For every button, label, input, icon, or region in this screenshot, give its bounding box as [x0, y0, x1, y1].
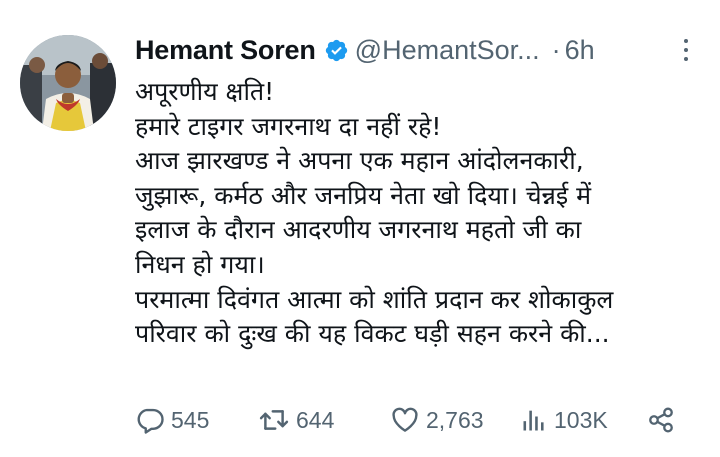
tweet-line: अपूरणीय क्षति! [135, 77, 275, 106]
retweet-button[interactable]: 644 [258, 400, 334, 440]
share-button[interactable] [647, 400, 675, 440]
verified-badge-icon [324, 38, 349, 63]
views-icon [520, 405, 548, 435]
share-icon [647, 405, 675, 435]
action-bar: 545 644 2,763 103K [135, 400, 695, 440]
tweet-card[interactable]: Hemant Soren @HemantSor... · 6h अपूरणीय … [0, 0, 720, 457]
retweet-count: 644 [296, 406, 335, 433]
views-button[interactable]: 103K [520, 400, 608, 440]
separator-dot: · [551, 34, 561, 65]
tweet-header: Hemant Soren @HemantSor... · 6h [135, 30, 705, 70]
profile-photo [20, 35, 116, 131]
tweet-line: जुझारू, कर्मठ और जनप्रिय नेता खो दिया। च… [135, 180, 592, 210]
author-name[interactable]: Hemant Soren [135, 35, 316, 66]
tweet-line: हमारे टाइगर जगरनाथ दा नहीं रहे! [135, 111, 442, 141]
tweet-line: परिवार को दुःख की यह विकट घड़ी सहन करने … [135, 319, 610, 349]
like-button[interactable]: 2,763 [390, 400, 484, 440]
reply-icon [135, 405, 165, 435]
tweet-text: अपूरणीय क्षति! हमारे टाइगर जगरनाथ दा नही… [135, 75, 695, 352]
tweet-line: इलाज के दौरान आदरणीय जगरनाथ महतो जी का [135, 215, 582, 245]
retweet-icon [258, 405, 290, 435]
tweet-line: निधन हो गया। [135, 249, 265, 279]
author-handle[interactable]: @HemantSor... [355, 35, 540, 66]
reply-button[interactable]: 545 [135, 400, 209, 440]
reply-count: 545 [171, 406, 210, 433]
avatar[interactable] [20, 35, 116, 131]
tweet-line: आज झारखण्ड ने अपना एक महान आंदोलनकारी, [135, 146, 584, 176]
like-count: 2,763 [426, 406, 484, 433]
tweet-line: परमात्मा दिवंगत आत्मा को शांति प्रदान कर… [135, 284, 614, 314]
like-icon [390, 405, 420, 435]
more-options-icon[interactable] [679, 36, 693, 64]
timestamp[interactable]: 6h [565, 35, 595, 66]
views-count: 103K [554, 406, 608, 433]
